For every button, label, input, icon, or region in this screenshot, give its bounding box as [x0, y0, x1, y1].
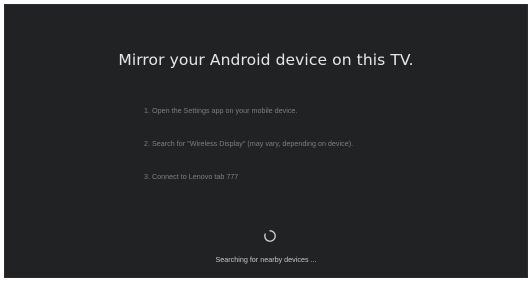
- page-title: Mirror your Android device on this TV.: [118, 51, 414, 69]
- status-text: Searching for nearby devices ...: [215, 255, 317, 264]
- cast-screen: Mirror your Android device on this TV. 1…: [4, 4, 528, 278]
- instruction-step-2: 2. Search for "Wireless Display" (may va…: [144, 139, 354, 148]
- instruction-list: 1. Open the Settings app on your mobile …: [144, 105, 474, 204]
- instruction-step-1: 1. Open the Settings app on your mobile …: [144, 106, 298, 115]
- loading-spinner-icon: [264, 230, 276, 242]
- instruction-step-3: 3. Connect to Lenovo tab 777: [144, 172, 239, 181]
